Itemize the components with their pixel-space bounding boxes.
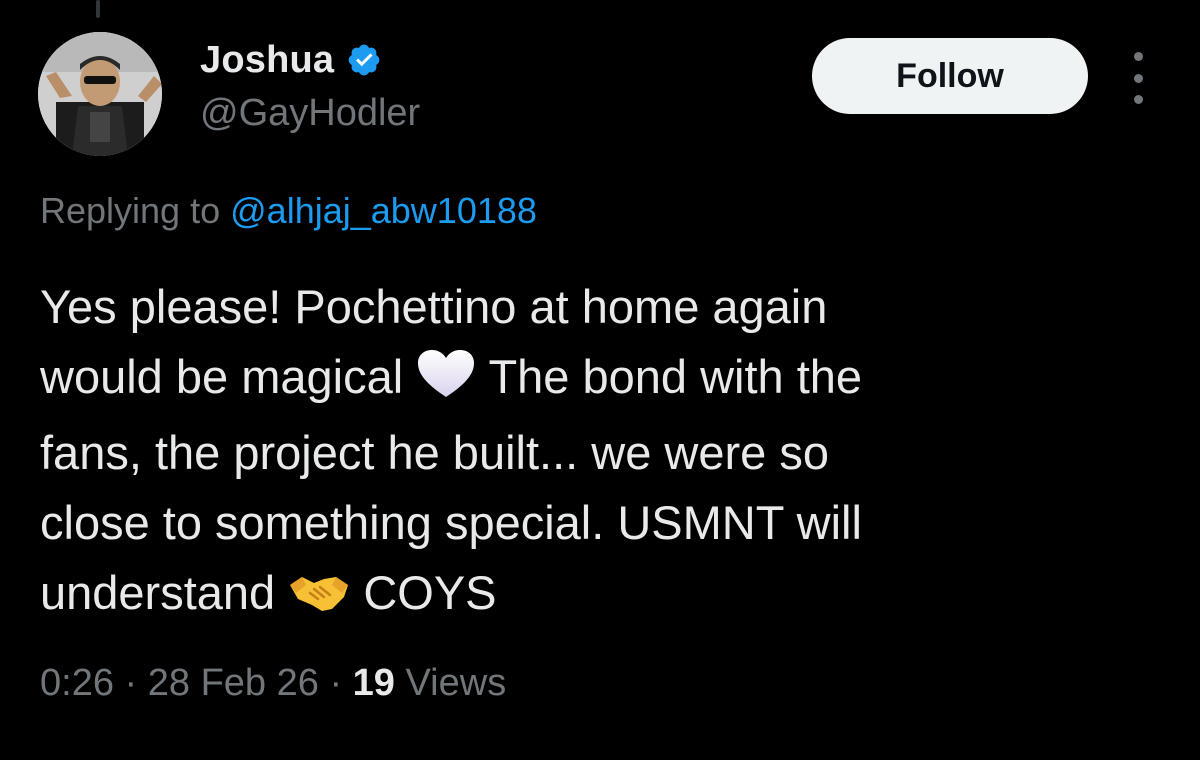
views-label[interactable]: Views [406,662,507,704]
more-options-icon[interactable] [1118,52,1158,104]
tweet-body: Yes please! Pochettino at home again wou… [40,272,1160,634]
meta-separator: · [124,662,138,704]
tweet-meta: 0:26 · 28 Feb 26 · 19 Views [40,662,506,705]
follow-button[interactable]: Follow [812,38,1088,114]
more-dot [1133,73,1143,83]
verified-badge-icon[interactable] [346,42,382,78]
tweet-text-line: understand COYS [40,558,1160,634]
author-handle[interactable]: @GayHodler [200,92,420,135]
tweet-time[interactable]: 0:26 [40,662,114,704]
author-name-row[interactable]: Joshua [200,36,382,84]
more-dot [1133,95,1143,104]
tweet-text-line: fans, the project he built... we were so [40,426,829,479]
views-count[interactable]: 19 [353,662,395,704]
tweet-text-segment: understand [40,566,276,619]
avatar-photo [38,32,162,156]
tweet-text-segment: COYS [363,566,497,619]
tweet-text-segment: would be magical [40,350,404,403]
white-heart-icon [416,348,476,418]
user-avatar[interactable] [38,32,162,156]
meta-separator: · [329,662,343,704]
thread-connector-line [96,0,100,18]
tweet-text-line: close to something special. USMNT will [40,496,862,549]
tweet-date[interactable]: 28 Feb 26 [148,662,319,704]
handshake-icon [288,564,350,634]
tweet-text-line: Yes please! Pochettino at home again [40,280,828,333]
tweet-text-line: would be magical The bond with the [40,342,1160,418]
tweet-text-segment: The bond with the [488,350,863,403]
replying-to-line: Replying to @alhjaj_abw10188 [40,190,537,232]
replying-to-handle-link[interactable]: @alhjaj_abw10188 [230,190,537,231]
author-display-name[interactable]: Joshua [200,39,334,82]
replying-prefix: Replying to [40,190,221,231]
more-dot [1133,52,1143,61]
